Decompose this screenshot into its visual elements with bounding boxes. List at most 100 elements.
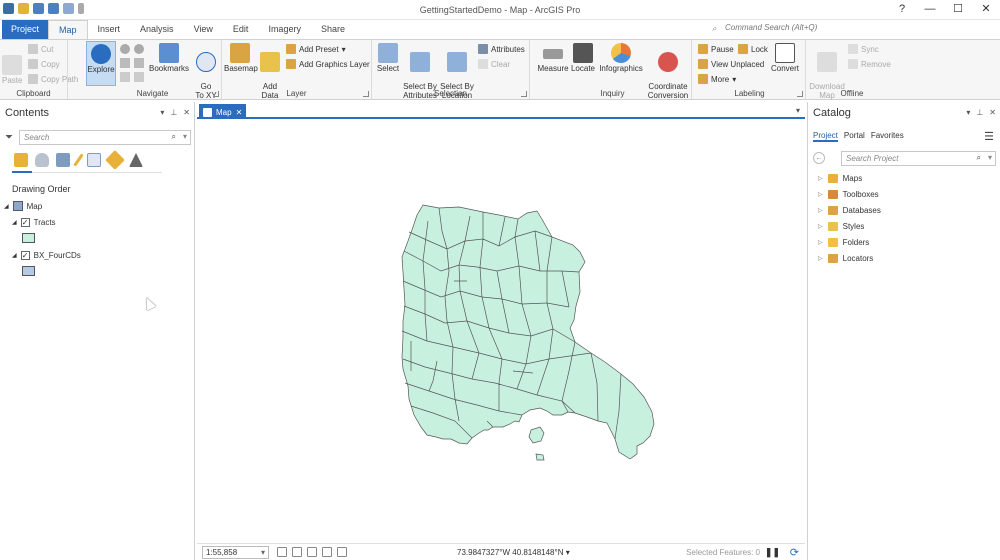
expand-triangle-icon[interactable]: ◢ bbox=[12, 252, 17, 259]
list-by-snapping-icon[interactable] bbox=[87, 153, 101, 167]
layer-visibility-checkbox[interactable]: ✓ bbox=[20, 251, 30, 260]
list-by-drawing-order-icon[interactable] bbox=[14, 153, 28, 167]
sync-button[interactable]: Sync bbox=[848, 44, 879, 54]
navigate-launcher-icon[interactable] bbox=[213, 91, 219, 97]
tab-insert[interactable]: Insert bbox=[88, 20, 131, 39]
labeling-launcher-icon[interactable] bbox=[797, 91, 803, 97]
scale-selector[interactable]: 1:55,858 ▾ bbox=[202, 546, 269, 559]
expand-triangle-icon[interactable]: ◢ bbox=[4, 203, 9, 210]
tab-project[interactable]: Project bbox=[2, 20, 49, 39]
island-polygon[interactable] bbox=[528, 426, 545, 444]
catalog-item-folders[interactable]: ▷ Folders bbox=[818, 238, 869, 247]
coordinate-readout[interactable]: 73.9847327°W 40.8148148°N ▾ bbox=[457, 548, 570, 557]
maximize-button[interactable]: ☐ bbox=[944, 0, 972, 20]
paste-button[interactable]: Paste bbox=[2, 43, 22, 85]
tab-share[interactable]: Share bbox=[311, 20, 355, 39]
fixed-zoom-out-icon[interactable] bbox=[134, 58, 144, 68]
back-arrow-icon[interactable]: ← bbox=[813, 152, 825, 164]
expand-triangle-icon[interactable]: ◢ bbox=[12, 219, 17, 226]
contents-search-input[interactable]: Search ⌕ ▾ bbox=[19, 130, 191, 145]
layer-symbol-swatch[interactable] bbox=[22, 266, 35, 276]
close-icon[interactable]: ✕ bbox=[989, 108, 996, 117]
previous-extent-icon[interactable] bbox=[120, 72, 130, 82]
tab-imagery[interactable]: Imagery bbox=[258, 20, 311, 39]
add-graphics-layer-button[interactable]: Add Graphics Layer bbox=[286, 59, 370, 69]
tab-view[interactable]: View bbox=[184, 20, 223, 39]
close-icon[interactable]: ✕ bbox=[183, 108, 190, 117]
explore-button[interactable]: Explore bbox=[86, 41, 116, 86]
cut-button[interactable]: Cut bbox=[28, 44, 53, 54]
pause-drawing-icon[interactable]: ❚❚ bbox=[765, 547, 780, 558]
chevron-down-icon[interactable]: ▾ bbox=[796, 106, 800, 115]
table-icon[interactable] bbox=[307, 547, 317, 557]
chevron-down-icon[interactable]: ▾ bbox=[988, 153, 992, 162]
map-canvas[interactable] bbox=[197, 121, 805, 541]
tab-analysis[interactable]: Analysis bbox=[130, 20, 184, 39]
tab-favorites[interactable]: Favorites bbox=[871, 131, 904, 142]
tab-edit[interactable]: Edit bbox=[223, 20, 259, 39]
selected-features-count[interactable]: Selected Features: 0 bbox=[686, 548, 760, 557]
list-by-labeling-icon[interactable] bbox=[105, 150, 125, 170]
layer-symbol-swatch[interactable] bbox=[22, 233, 35, 243]
pin-icon[interactable]: ⊥ bbox=[170, 108, 177, 117]
lock-labels-button[interactable]: Lock bbox=[738, 44, 768, 54]
catalog-item-styles[interactable]: ▷ Styles bbox=[818, 222, 864, 231]
list-by-perspective-icon[interactable] bbox=[129, 153, 143, 167]
add-preset-button[interactable]: Add Preset ▾ bbox=[286, 44, 346, 54]
constraints-icon[interactable] bbox=[322, 547, 332, 557]
view-unplaced-button[interactable]: View Unplaced bbox=[698, 59, 764, 69]
selection-launcher-icon[interactable] bbox=[521, 91, 527, 97]
close-icon[interactable]: ✕ bbox=[236, 108, 243, 117]
pause-labeling-button[interactable]: Pause bbox=[698, 44, 734, 54]
tab-portal[interactable]: Portal bbox=[844, 131, 865, 142]
tab-map-view[interactable]: Map ✕ bbox=[199, 104, 247, 119]
pane-menu-icon[interactable]: ▾ bbox=[160, 108, 164, 117]
help-button[interactable]: ? bbox=[888, 0, 916, 20]
snapping-icon[interactable] bbox=[277, 547, 287, 557]
clear-selection-button[interactable]: Clear bbox=[478, 59, 510, 69]
list-by-editing-icon[interactable] bbox=[73, 153, 84, 167]
layer-visibility-checkbox[interactable]: ✓ bbox=[20, 218, 30, 227]
expand-triangle-icon[interactable]: ▷ bbox=[818, 255, 823, 262]
expand-triangle-icon[interactable]: ▷ bbox=[818, 175, 823, 182]
measure-button[interactable]: Measure bbox=[536, 43, 570, 73]
tab-map[interactable]: Map bbox=[48, 20, 88, 39]
island-polygon[interactable] bbox=[535, 453, 545, 461]
catalog-item-maps[interactable]: ▷ Maps bbox=[818, 174, 862, 183]
map-tree-item[interactable]: ◢ Map bbox=[4, 201, 42, 211]
remove-button[interactable]: Remove bbox=[848, 59, 891, 69]
basemap-button[interactable]: Basemap bbox=[224, 43, 258, 73]
full-extent-icon[interactable] bbox=[120, 44, 130, 54]
filter-icon[interactable]: ⏷ bbox=[5, 132, 13, 143]
catalog-item-databases[interactable]: ▷ Databases bbox=[818, 206, 881, 215]
expand-triangle-icon[interactable]: ▷ bbox=[818, 191, 823, 198]
next-extent-icon[interactable] bbox=[134, 72, 144, 82]
correction-icon[interactable] bbox=[337, 547, 347, 557]
catalog-search-input[interactable]: Search Project ⌕ ▾ bbox=[841, 151, 996, 166]
convert-button[interactable]: Convert bbox=[768, 43, 802, 73]
minimize-button[interactable]: — bbox=[916, 0, 944, 20]
chevron-down-icon[interactable]: ▾ bbox=[183, 132, 187, 141]
hamburger-menu-icon[interactable]: ☰ bbox=[984, 130, 994, 143]
copy-path-button[interactable]: Copy Path bbox=[28, 74, 78, 84]
grid-icon[interactable] bbox=[292, 547, 302, 557]
list-by-data-source-icon[interactable] bbox=[35, 153, 49, 167]
bookmarks-button[interactable]: Bookmarks bbox=[148, 43, 190, 73]
close-button[interactable]: ✕ bbox=[972, 0, 1000, 20]
catalog-item-locators[interactable]: ▷ Locators bbox=[818, 254, 873, 263]
infographics-button[interactable]: Infographics bbox=[598, 43, 644, 73]
list-by-selection-icon[interactable] bbox=[56, 153, 70, 167]
expand-triangle-icon[interactable]: ▷ bbox=[818, 207, 823, 214]
chevron-down-icon[interactable]: ▾ bbox=[566, 548, 570, 557]
locate-button[interactable]: Locate bbox=[570, 43, 596, 73]
tracts-outline[interactable] bbox=[401, 204, 655, 460]
more-labeling-button[interactable]: More ▾ bbox=[698, 74, 736, 84]
tab-project[interactable]: Project bbox=[813, 131, 838, 142]
refresh-icon[interactable]: ⟳ bbox=[790, 546, 799, 559]
zoom-to-layer-icon[interactable] bbox=[134, 44, 144, 54]
copy-button[interactable]: Copy bbox=[28, 59, 60, 69]
layer-launcher-icon[interactable] bbox=[363, 91, 369, 97]
select-button[interactable]: Select bbox=[376, 43, 400, 73]
attributes-button[interactable]: Attributes bbox=[478, 44, 525, 54]
command-search-input[interactable]: ⌕ Command Search (Alt+Q) bbox=[709, 23, 899, 36]
